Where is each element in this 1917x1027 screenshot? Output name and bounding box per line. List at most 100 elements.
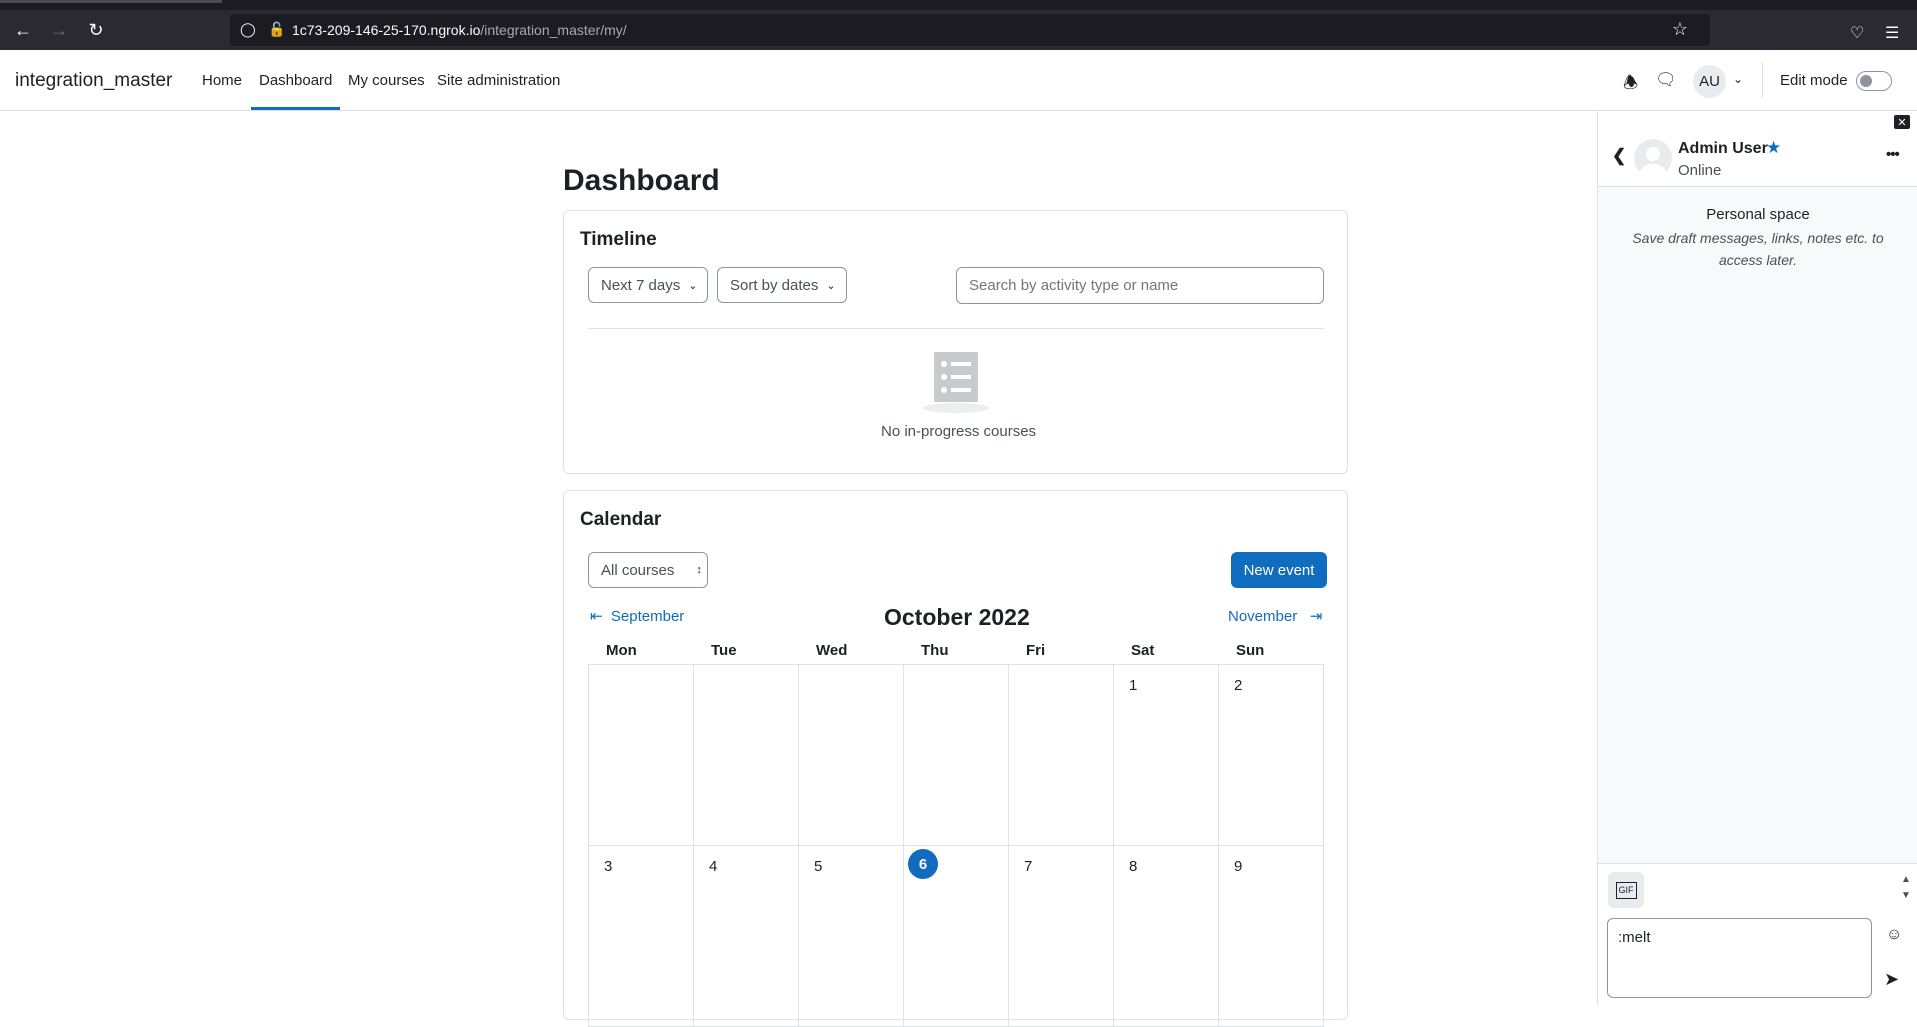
emoji-auto-complete-button[interactable]: GIF: [1608, 872, 1644, 908]
weekday-header: Sun: [1236, 642, 1265, 659]
calendar-day-cell[interactable]: [903, 664, 1009, 846]
url-bar[interactable]: ◯ 🔓 1c73-209-146-25-170.ngrok.io/integra…: [230, 14, 1710, 46]
timeline-range-select[interactable]: Next 7 days ⌄: [588, 267, 708, 303]
weekday-header: Fri: [1026, 642, 1046, 659]
conversation-avatar[interactable]: [1634, 139, 1672, 177]
calendar-day-cell[interactable]: 5: [798, 845, 904, 1027]
close-drawer-icon[interactable]: ✕: [1894, 115, 1910, 129]
timeline-search-input[interactable]: [956, 267, 1324, 304]
browser-toolbar: ← → ↻ ◯ 🔓 1c73-209-146-25-170.ngrok.io/i…: [0, 10, 1917, 50]
calendar-day-cell[interactable]: [588, 664, 694, 846]
pocket-icon[interactable]: ♡: [1850, 23, 1864, 43]
calendar-day-cell[interactable]: 6: [903, 845, 1009, 1027]
calendar-day-cell[interactable]: 9: [1218, 845, 1324, 1027]
personal-space-description: Save draft messages, links, notes etc. t…: [1632, 230, 1884, 268]
updown-icon: ↕: [696, 564, 702, 576]
send-message-icon[interactable]: ➤: [1884, 969, 1899, 990]
calendar-day-cell[interactable]: 7: [1008, 845, 1114, 1027]
calendar-course-select[interactable]: All courses ↕: [588, 552, 708, 588]
prev-month-link[interactable]: ⇤ September: [590, 607, 684, 625]
calendar-day-cell[interactable]: 1: [1113, 664, 1219, 846]
calendar-day-cell[interactable]: 8: [1113, 845, 1219, 1027]
messages-chat-icon[interactable]: 🗨: [1655, 70, 1677, 90]
weekday-header: Mon: [606, 642, 637, 659]
timeline-sort-select[interactable]: Sort by dates ⌄: [717, 267, 847, 303]
weekday-header: Thu: [921, 642, 949, 659]
conversation-header: ✕ ❮ Admin User ★ Online •••: [1598, 111, 1917, 187]
forward-arrow-icon[interactable]: →: [45, 16, 73, 44]
nav-link-dashboard[interactable]: Dashboard: [259, 72, 332, 89]
browser-tab-strip: [0, 0, 1917, 10]
today-day-number[interactable]: 6: [908, 849, 938, 879]
day-number[interactable]: 7: [1024, 858, 1032, 875]
timeline-sort-label: Sort by dates: [730, 276, 819, 294]
message-input[interactable]: [1607, 918, 1872, 998]
bookmark-star-icon[interactable]: ☆: [1672, 19, 1688, 40]
personal-space-title: Personal space: [1706, 206, 1810, 223]
calendar-day-cell[interactable]: [798, 664, 904, 846]
site-navbar: integration_master Home Dashboard My cou…: [0, 50, 1917, 111]
timeline-title: Timeline: [580, 229, 657, 250]
day-number[interactable]: 2: [1234, 677, 1242, 694]
nav-link-home[interactable]: Home: [202, 72, 242, 89]
day-number[interactable]: 9: [1234, 858, 1242, 875]
url-text[interactable]: 1c73-209-146-25-170.ngrok.io/integration…: [292, 22, 627, 38]
active-tab-indicator[interactable]: [0, 0, 222, 3]
page-title: Dashboard: [563, 164, 720, 197]
emoji-suggestion-icon: GIF: [1615, 881, 1637, 899]
calendar-title: Calendar: [580, 509, 662, 530]
nav-link-site-administration[interactable]: Site administration: [437, 72, 560, 89]
shield-icon[interactable]: ◯: [240, 21, 256, 38]
weekday-header: Wed: [816, 642, 848, 659]
timeline-divider: [588, 328, 1324, 329]
empty-courses-icon: [922, 352, 990, 413]
favourite-star-icon: ★: [1766, 138, 1782, 157]
day-number[interactable]: 3: [604, 858, 612, 875]
weekday-header: Sat: [1131, 642, 1155, 659]
next-month-label: November: [1228, 608, 1298, 625]
day-number[interactable]: 8: [1129, 858, 1137, 875]
emoji-picker-icon[interactable]: ☺: [1886, 926, 1902, 944]
prev-month-label: September: [610, 608, 685, 625]
nav-link-my-courses[interactable]: My courses: [348, 72, 425, 89]
calendar-day-cell[interactable]: 2: [1218, 664, 1324, 846]
toggle-knob: [1860, 75, 1872, 87]
calendar-day-cell[interactable]: [1008, 664, 1114, 846]
navbar-divider: [1762, 62, 1763, 98]
site-brand[interactable]: integration_master: [15, 70, 172, 92]
day-number[interactable]: 1: [1129, 677, 1137, 694]
reload-icon[interactable]: ↻: [82, 16, 110, 44]
menu-icon[interactable]: ☰: [1885, 23, 1899, 43]
more-options-icon[interactable]: •••: [1886, 146, 1900, 163]
notification-bell-icon[interactable]: 🕭: [1623, 70, 1638, 99]
new-event-button[interactable]: New event: [1231, 552, 1327, 588]
suggestion-scroll-arrows[interactable]: ▲ ▼: [1901, 872, 1911, 904]
message-drawer: ✕ ❮ Admin User ★ Online ••• Personal spa…: [1597, 111, 1917, 1005]
back-chevron-icon[interactable]: ❮: [1612, 146, 1626, 166]
user-avatar[interactable]: AU: [1693, 65, 1726, 98]
calendar-block: Calendar All courses ↕ New event ⇤ Septem…: [563, 490, 1348, 1027]
next-month-link[interactable]: November ⇥: [1228, 607, 1322, 625]
calendar-month-title: October 2022: [884, 604, 1030, 630]
edit-mode-toggle[interactable]: [1856, 71, 1892, 91]
calendar-day-cell[interactable]: 4: [693, 845, 799, 1027]
calendar-course-label: All courses: [601, 561, 675, 579]
edit-mode-label: Edit mode: [1780, 72, 1848, 89]
active-nav-indicator: [251, 107, 340, 110]
conversation-user-name[interactable]: Admin User: [1678, 140, 1768, 158]
day-number[interactable]: 5: [814, 858, 822, 875]
timeline-block: Timeline Next 7 days ⌄ Sort by dates ⌄ No …: [563, 210, 1348, 474]
chevron-down-icon: ⌄: [826, 279, 836, 292]
day-number[interactable]: 4: [709, 858, 717, 875]
calendar-day-cell[interactable]: 3: [588, 845, 694, 1027]
calendar-day-cell[interactable]: [693, 664, 799, 846]
timeline-empty-text: No in-progress courses: [881, 423, 1037, 440]
default-user-icon: [1640, 147, 1666, 177]
back-arrow-icon[interactable]: ←: [9, 16, 37, 44]
weekday-header: Tue: [711, 642, 737, 659]
timeline-range-label: Next 7 days: [601, 276, 681, 294]
chevron-down-icon: ⌄: [688, 279, 698, 292]
message-composer: GIF ▲▼ ☺ ➤: [1598, 863, 1917, 1005]
chevron-down-icon[interactable]: ⌄: [1733, 72, 1743, 86]
lock-insecure-icon[interactable]: 🔓: [268, 21, 285, 38]
